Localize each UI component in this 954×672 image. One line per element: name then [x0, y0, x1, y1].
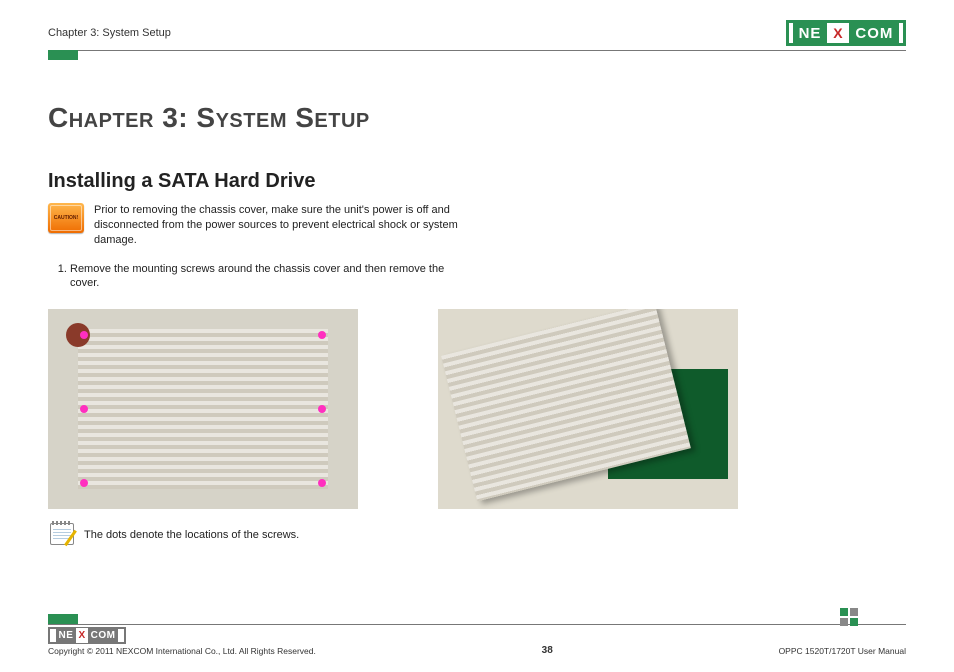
screw-dot-tr	[318, 331, 326, 339]
figure-row	[48, 309, 906, 509]
chapter-title: Chapter 3: System Setup	[48, 102, 906, 134]
footer-logo-com: COM	[88, 628, 119, 643]
doc-id: OPPC 1520T/1720T User Manual	[779, 646, 906, 656]
page: Chapter 3: System Setup NE X COM Chapter…	[0, 0, 954, 672]
caution-text: Prior to removing the chassis cover, mak…	[94, 203, 468, 248]
heatsink-illustration	[78, 329, 328, 489]
figure-cover-removed	[438, 309, 738, 509]
caution-block: CAUTION! Prior to removing the chassis c…	[48, 203, 468, 248]
deco-sq	[840, 618, 848, 626]
logo-x-glyph: X	[833, 25, 843, 41]
caution-icon-label: CAUTION!	[54, 215, 78, 221]
page-number: 38	[542, 645, 553, 656]
step-1: Remove the mounting screws around the ch…	[70, 262, 468, 292]
step-list: Remove the mounting screws around the ch…	[48, 262, 468, 292]
page-footer: NE X COM Copyright © 2011 NEXCOM Interna…	[48, 624, 906, 656]
screw-dot-bl	[80, 479, 88, 487]
deco-sq	[850, 608, 858, 616]
notepad-icon	[48, 521, 76, 549]
footer-logo: NE X COM	[48, 627, 126, 644]
logo-ne: NE	[793, 21, 828, 46]
notepad-spiral	[52, 521, 72, 525]
footer-logo-ne: NE	[56, 628, 77, 643]
logo-x: X	[827, 23, 849, 43]
section-title: Installing a SATA Hard Drive	[48, 170, 906, 193]
corner-decoration	[840, 608, 858, 626]
footer-rule	[48, 624, 906, 625]
footer-green-tab	[48, 614, 78, 624]
note-text: The dots denote the locations of the scr…	[84, 529, 299, 541]
page-header: Chapter 3: System Setup NE X COM	[48, 20, 906, 46]
logo-com: COM	[849, 21, 899, 46]
copyright-text: Copyright © 2011 NEXCOM International Co…	[48, 646, 316, 656]
breadcrumb: Chapter 3: System Setup	[48, 27, 171, 39]
screw-dot-mr	[318, 405, 326, 413]
deco-sq	[850, 618, 858, 626]
screw-dot-ml	[80, 405, 88, 413]
caution-icon: CAUTION!	[48, 203, 84, 233]
figure-chassis-screws	[48, 309, 358, 509]
header-rule	[48, 50, 906, 51]
screw-dot-br	[318, 479, 326, 487]
footer-row: NE X COM Copyright © 2011 NEXCOM Interna…	[48, 627, 906, 656]
brand-logo-box: NE X COM	[786, 20, 906, 46]
deco-sq	[840, 608, 848, 616]
note-block: The dots denote the locations of the scr…	[48, 521, 906, 549]
brand-logo: NE X COM	[786, 20, 906, 46]
footer-logo-x: X	[76, 628, 87, 643]
header-green-tab	[48, 50, 78, 60]
